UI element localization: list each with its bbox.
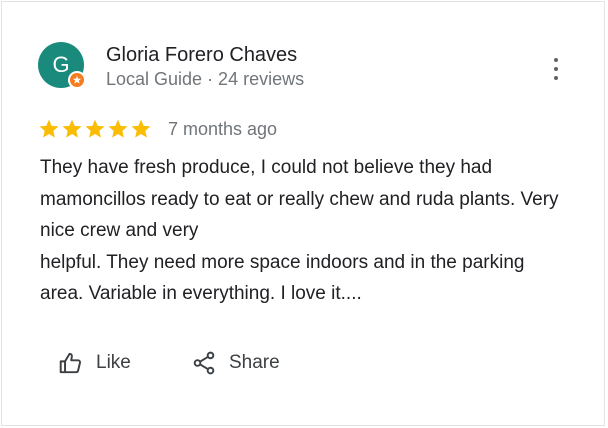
star-icon bbox=[85, 119, 105, 138]
like-label: Like bbox=[96, 352, 131, 373]
star-icon bbox=[39, 119, 59, 138]
reviewer-meta: Local Guide · 24 reviews bbox=[106, 69, 305, 89]
more-vert-icon[interactable] bbox=[548, 58, 564, 80]
share-button[interactable]: Share bbox=[191, 350, 280, 376]
like-button[interactable]: Like bbox=[58, 350, 131, 376]
local-guide-badge-icon bbox=[68, 71, 86, 89]
review-card: G Gloria Forero Chaves Local Guide · 24 … bbox=[1, 1, 605, 426]
share-label: Share bbox=[229, 352, 280, 373]
review-date: 7 months ago bbox=[168, 119, 278, 139]
share-icon bbox=[193, 351, 215, 375]
reviewer-name[interactable]: Gloria Forero Chaves bbox=[106, 44, 297, 67]
star-icon bbox=[131, 119, 151, 138]
star-icon bbox=[62, 119, 82, 138]
review-text: They have fresh produce, I could not bel… bbox=[40, 157, 559, 304]
star-rating bbox=[38, 118, 152, 140]
star-icon bbox=[108, 119, 128, 138]
thumbs-up-icon bbox=[59, 352, 82, 374]
avatar-initial: G bbox=[52, 52, 70, 77]
